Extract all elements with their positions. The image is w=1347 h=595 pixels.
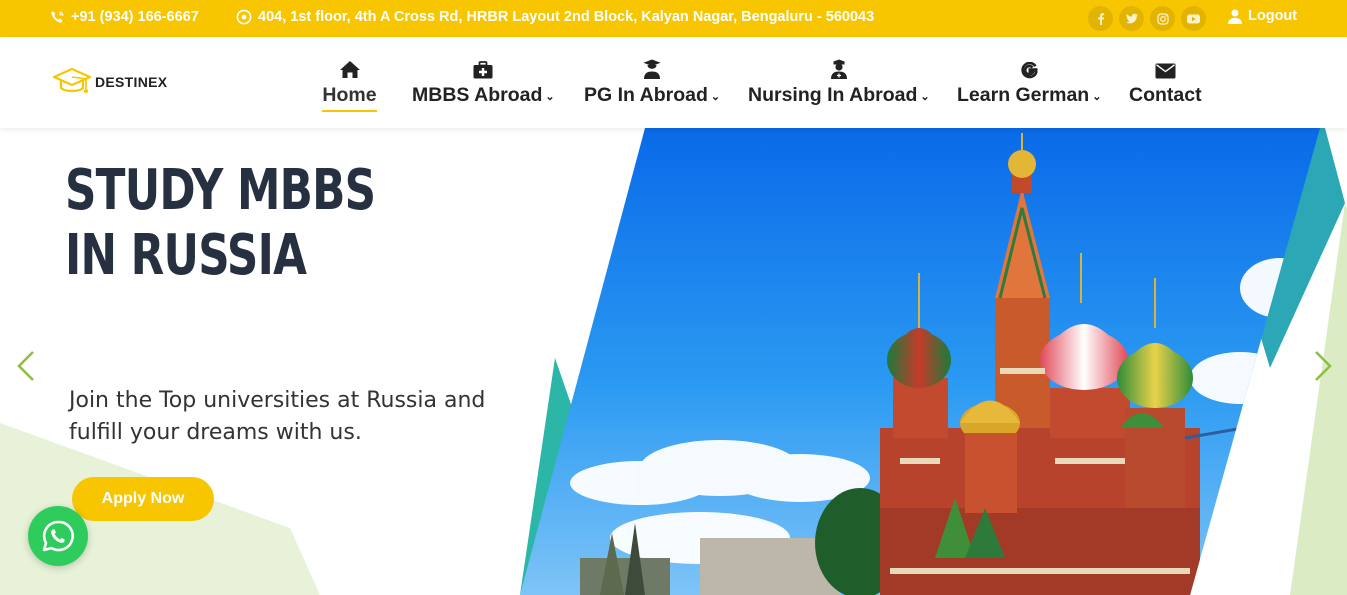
top-bar: +91 (934) 166-6667 404, 1st floor, 4th A… — [0, 0, 1347, 37]
youtube-icon — [1187, 14, 1200, 23]
whatsapp-icon — [42, 520, 74, 552]
brand-logo[interactable]: DESTINEX — [52, 67, 167, 97]
hero-title-line1: STUDY MBBS — [65, 158, 376, 223]
whatsapp-chat-button[interactable] — [28, 506, 88, 566]
chevron-down-icon: ⌄ — [710, 91, 721, 103]
instagram-icon — [1156, 12, 1169, 25]
nav-learn-german[interactable]: Learn German ⌄ — [957, 57, 1101, 107]
phone-number: +91 (934) 166-6667 — [71, 9, 199, 25]
nav-mbbs-abroad-label: MBBS Abroad — [412, 84, 543, 106]
chevron-right-icon — [1315, 351, 1332, 381]
medkit-icon — [473, 61, 493, 79]
phone-icon — [51, 10, 64, 23]
nav-pg-abroad-label: PG In Abroad — [584, 84, 708, 106]
graduate-icon — [643, 59, 661, 79]
nav-pg-abroad[interactable]: PG In Abroad ⌄ — [584, 57, 720, 107]
nav-nursing-abroad[interactable]: Nursing In Abroad ⌄ — [748, 57, 930, 107]
twitter-icon — [1125, 13, 1138, 24]
nav-home-label: Home — [322, 84, 377, 106]
logout-link[interactable]: Logout — [1228, 8, 1297, 24]
slider-next-arrow[interactable] — [1313, 350, 1333, 387]
youtube-link[interactable] — [1181, 6, 1206, 31]
hero-title-line2: IN RUSSIA — [65, 223, 307, 288]
home-icon — [339, 61, 360, 78]
chevron-down-icon: ⌄ — [545, 91, 555, 103]
twitter-link[interactable] — [1119, 6, 1144, 31]
facebook-link[interactable] — [1088, 6, 1113, 31]
chevron-down-icon: ⌄ — [1092, 91, 1102, 103]
site-header: DESTINEX Home MBBS Abroad ⌄ PG In Abroad ⌄… — [0, 37, 1347, 128]
nav-contact[interactable]: Contact — [1129, 57, 1202, 107]
st-basils-cathedral-photo — [520, 128, 1320, 595]
brand-name: DESTINEX — [95, 74, 168, 90]
google-g-icon — [1021, 62, 1038, 79]
hero-subtitle: Join the Top universities at Russia and … — [69, 388, 486, 445]
chevron-down-icon: ⌄ — [920, 91, 930, 103]
address-text: 404, 1st floor, 4th A Cross Rd, HRBR Lay… — [258, 9, 875, 25]
nav-contact-label: Contact — [1129, 84, 1202, 106]
hero-title: STUDY MBBS IN RUSSIA — [65, 158, 376, 288]
graduation-cap-icon — [52, 67, 92, 93]
slider-prev-arrow[interactable] — [16, 350, 36, 387]
nav-home[interactable]: Home — [322, 57, 377, 112]
logout-label: Logout — [1248, 8, 1298, 24]
chevron-left-icon — [17, 351, 34, 381]
phone-contact[interactable]: +91 (934) 166-6667 — [50, 9, 199, 25]
nav-mbbs-abroad[interactable]: MBBS Abroad ⌄ — [412, 57, 555, 107]
instagram-link[interactable] — [1150, 6, 1175, 31]
nav-nursing-abroad-label: Nursing In Abroad — [748, 84, 918, 106]
nav-learn-german-label: Learn German — [957, 84, 1090, 106]
apply-now-button[interactable]: Apply Now — [72, 477, 214, 521]
hero-slider: STUDY MBBS IN RUSSIA Join the Top univer… — [0, 128, 1347, 595]
active-indicator — [322, 110, 377, 112]
facebook-icon — [1097, 12, 1104, 25]
address-contact: 404, 1st floor, 4th A Cross Rd, HRBR Lay… — [236, 9, 874, 25]
location-pin-icon — [236, 9, 252, 25]
user-icon — [1228, 9, 1242, 24]
nurse-icon — [830, 59, 847, 79]
envelope-icon — [1155, 63, 1176, 79]
